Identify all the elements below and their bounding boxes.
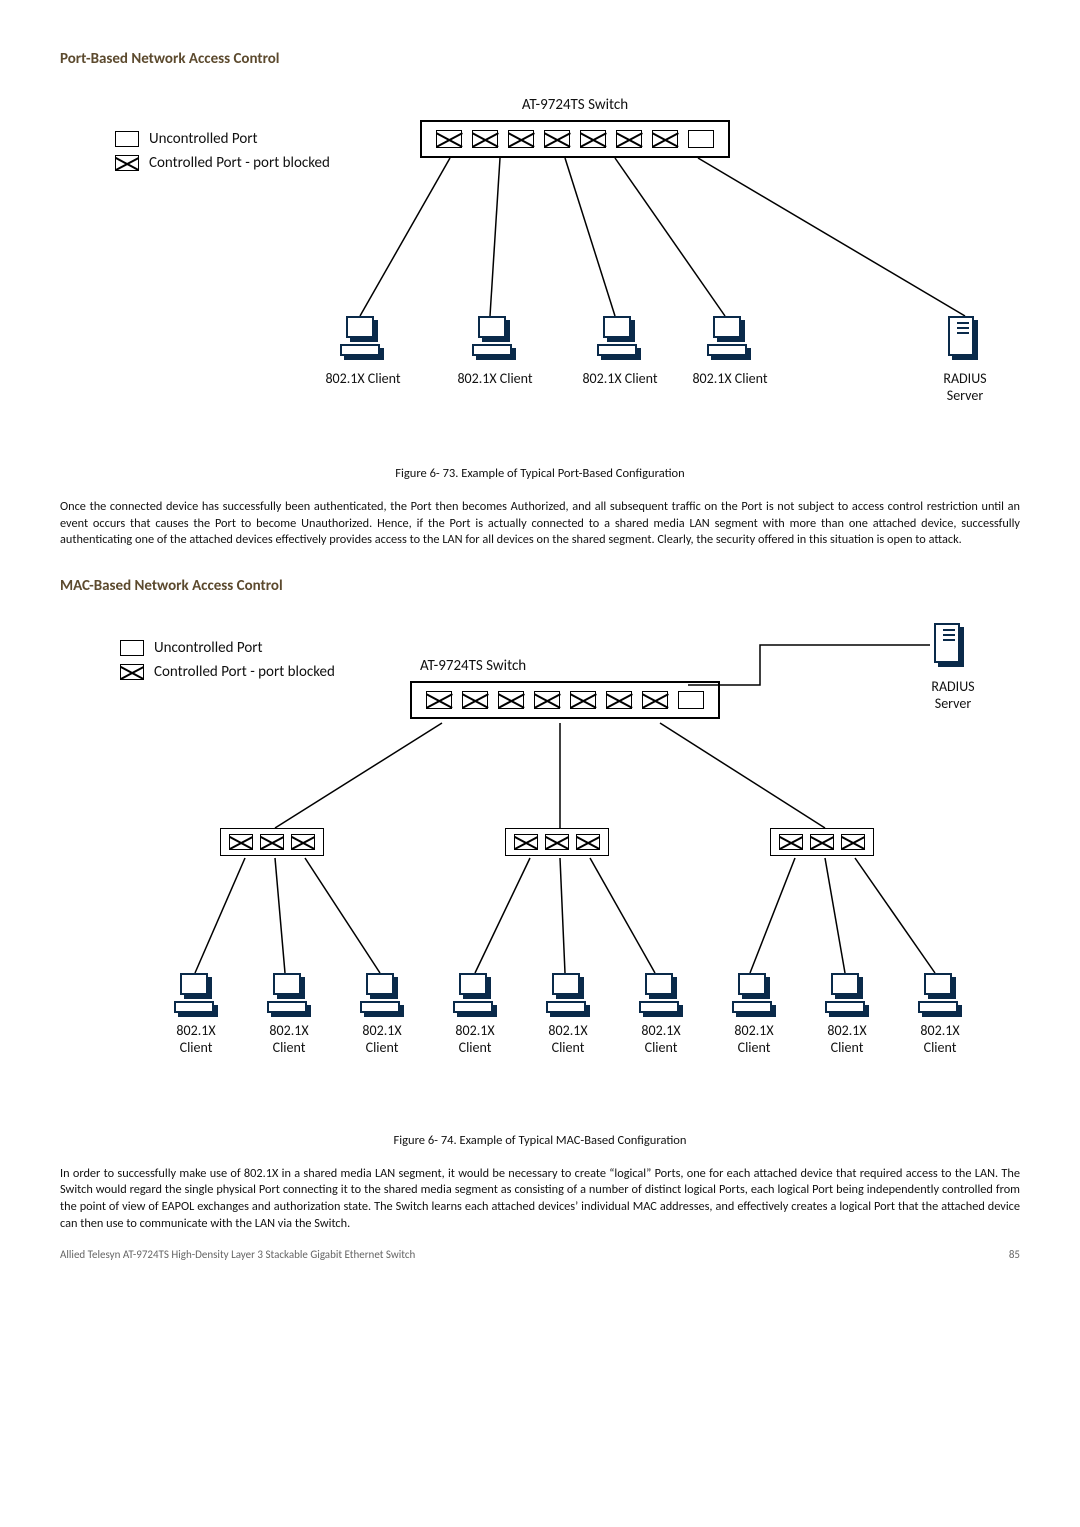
heading-mac-based: MAC-Based Network Access Control bbox=[60, 577, 1020, 595]
client-label: 802.1XClient bbox=[348, 1023, 416, 1057]
figure-73: Uncontrolled Port Controlled Port - port… bbox=[60, 96, 1020, 436]
figure-74: Uncontrolled Port Controlled Port - port… bbox=[60, 623, 1020, 1103]
hub-port bbox=[841, 834, 865, 850]
client-icon bbox=[470, 316, 518, 362]
hub-port bbox=[779, 834, 803, 850]
client-icon bbox=[595, 316, 643, 362]
client-icon bbox=[705, 316, 753, 362]
hub-port bbox=[576, 834, 600, 850]
client-label: 802.1XClient bbox=[627, 1023, 695, 1057]
hub-port bbox=[810, 834, 834, 850]
client-icon bbox=[451, 973, 499, 1019]
figure-73-paragraph: Once the connected device has successful… bbox=[60, 499, 1020, 549]
client-label: 802.1XClient bbox=[162, 1023, 230, 1057]
client-icon bbox=[637, 973, 685, 1019]
client-icon bbox=[358, 973, 406, 1019]
client-icon bbox=[916, 973, 964, 1019]
hub-port bbox=[229, 834, 253, 850]
client-label: 802.1X Client bbox=[450, 371, 540, 388]
radius-label-line: RADIUS bbox=[943, 370, 986, 387]
client-label: 802.1XClient bbox=[813, 1023, 881, 1057]
client-label: 802.1X Client bbox=[685, 371, 775, 388]
client-icon bbox=[823, 973, 871, 1019]
client-label: 802.1X Client bbox=[318, 371, 408, 388]
page-footer: Allied Telesyn AT-9724TS High-Density La… bbox=[60, 1248, 1020, 1261]
client-icon bbox=[544, 973, 592, 1019]
client-label: 802.1XClient bbox=[255, 1023, 323, 1057]
client-label: 802.1XClient bbox=[906, 1023, 974, 1057]
connector-lines bbox=[60, 96, 1020, 436]
page-number: 85 bbox=[1009, 1248, 1020, 1261]
hub-port bbox=[260, 834, 284, 850]
client-icon bbox=[338, 316, 386, 362]
figure-73-caption: Figure 6- 73. Example of Typical Port-Ba… bbox=[60, 466, 1020, 481]
sub-hub bbox=[220, 828, 324, 856]
hub-port bbox=[514, 834, 538, 850]
client-icon bbox=[172, 973, 220, 1019]
sub-hub bbox=[770, 828, 874, 856]
figure-74-caption: Figure 6- 74. Example of Typical MAC-Bas… bbox=[60, 1133, 1020, 1148]
client-label: 802.1XClient bbox=[441, 1023, 509, 1057]
heading-port-based: Port-Based Network Access Control bbox=[60, 50, 1020, 68]
client-label: 802.1XClient bbox=[720, 1023, 788, 1057]
sub-hub bbox=[505, 828, 609, 856]
figure-74-paragraph: In order to successfully make use of 802… bbox=[60, 1166, 1020, 1232]
client-icon bbox=[730, 973, 778, 1019]
footer-left: Allied Telesyn AT-9724TS High-Density La… bbox=[60, 1248, 415, 1261]
radius-label: RADIUS Server bbox=[930, 371, 1000, 405]
hub-port bbox=[545, 834, 569, 850]
client-label: 802.1X Client bbox=[575, 371, 665, 388]
client-label: 802.1XClient bbox=[534, 1023, 602, 1057]
client-icon bbox=[265, 973, 313, 1019]
hub-port bbox=[291, 834, 315, 850]
server-icon bbox=[948, 316, 984, 362]
radius-label-line: Server bbox=[947, 387, 983, 404]
